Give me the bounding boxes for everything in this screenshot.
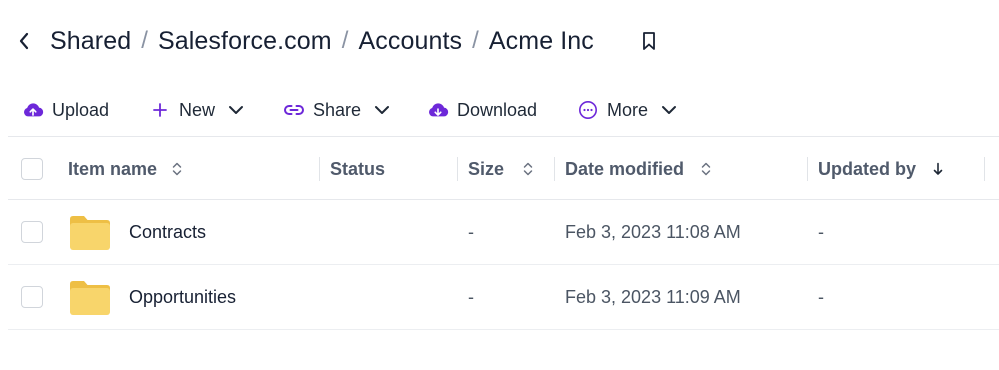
breadcrumb-item-shared[interactable]: Shared xyxy=(50,27,131,56)
share-button[interactable]: Share xyxy=(283,92,391,128)
page-title: Acme Inc xyxy=(488,26,594,55)
column-divider[interactable] xyxy=(984,157,985,181)
new-label: New xyxy=(179,99,216,120)
column-divider[interactable] xyxy=(319,157,320,181)
cloud-upload-icon xyxy=(22,99,44,121)
column-header-item-name[interactable]: Item name xyxy=(68,137,183,201)
folder-icon xyxy=(68,277,112,317)
folder-icon xyxy=(68,212,112,252)
new-button[interactable]: New xyxy=(149,92,245,128)
chevron-down-icon xyxy=(227,101,245,119)
chevron-left-icon xyxy=(19,32,29,50)
more-horizontal-icon xyxy=(577,99,599,121)
column-header-updated-by[interactable]: Updated by xyxy=(818,137,944,201)
file-table: Item name Status Size Date modified Upda… xyxy=(8,136,999,330)
column-header-status[interactable]: Status xyxy=(330,137,385,201)
sort-icon xyxy=(171,161,183,177)
table-header: Item name Status Size Date modified Upda… xyxy=(8,136,999,200)
upload-label: Upload xyxy=(52,99,110,120)
item-name[interactable]: Contracts xyxy=(129,200,206,265)
upload-button[interactable]: Upload xyxy=(22,92,109,128)
cloud-download-icon xyxy=(427,99,449,121)
chevron-down-icon xyxy=(660,101,678,119)
chevron-down-icon xyxy=(373,101,391,119)
bookmark-button[interactable] xyxy=(640,30,658,52)
item-updated-by: - xyxy=(818,287,824,307)
breadcrumb: Shared / Salesforce.com / Accounts / Acm… xyxy=(50,24,594,58)
column-header-size[interactable]: Size xyxy=(468,137,534,201)
breadcrumb-header: Shared / Salesforce.com / Accounts / Acm… xyxy=(0,0,999,82)
download-button[interactable]: Download xyxy=(427,92,537,128)
column-divider[interactable] xyxy=(457,157,458,181)
back-button[interactable] xyxy=(14,30,34,52)
item-updated-by: - xyxy=(818,222,824,242)
item-size: - xyxy=(468,222,474,242)
breadcrumb-separator: / xyxy=(472,27,479,54)
more-label: More xyxy=(607,99,649,120)
plus-icon xyxy=(149,99,171,121)
link-icon xyxy=(283,99,305,121)
table-row[interactable]: Contracts - Feb 3, 2023 11:08 AM - xyxy=(8,200,999,265)
share-label: Share xyxy=(313,99,362,120)
breadcrumb-separator: / xyxy=(341,27,349,54)
sort-icon xyxy=(522,161,534,177)
column-divider[interactable] xyxy=(554,157,555,181)
row-checkbox[interactable] xyxy=(21,286,43,308)
row-checkbox[interactable] xyxy=(21,221,43,243)
download-label: Download xyxy=(457,99,538,120)
item-date-modified: Feb 3, 2023 11:09 AM xyxy=(565,287,741,307)
more-button[interactable]: More xyxy=(577,92,678,128)
breadcrumb-separator: / xyxy=(141,27,148,54)
breadcrumb-item-salesforce[interactable]: Salesforce.com xyxy=(158,27,332,56)
bookmark-icon xyxy=(643,32,655,50)
breadcrumb-item-accounts[interactable]: Accounts xyxy=(358,27,462,56)
item-name[interactable]: Opportunities xyxy=(129,265,236,330)
table-row[interactable]: Opportunities - Feb 3, 2023 11:09 AM - xyxy=(8,265,999,330)
column-divider[interactable] xyxy=(807,157,808,181)
item-date-modified: Feb 3, 2023 11:08 AM xyxy=(565,222,741,242)
select-all-checkbox[interactable] xyxy=(21,158,43,180)
sort-descending-icon xyxy=(932,161,944,177)
column-header-date-modified[interactable]: Date modified xyxy=(565,137,712,201)
toolbar: Upload New Share Download More xyxy=(0,92,999,128)
sort-icon xyxy=(700,161,712,177)
item-size: - xyxy=(468,287,474,307)
